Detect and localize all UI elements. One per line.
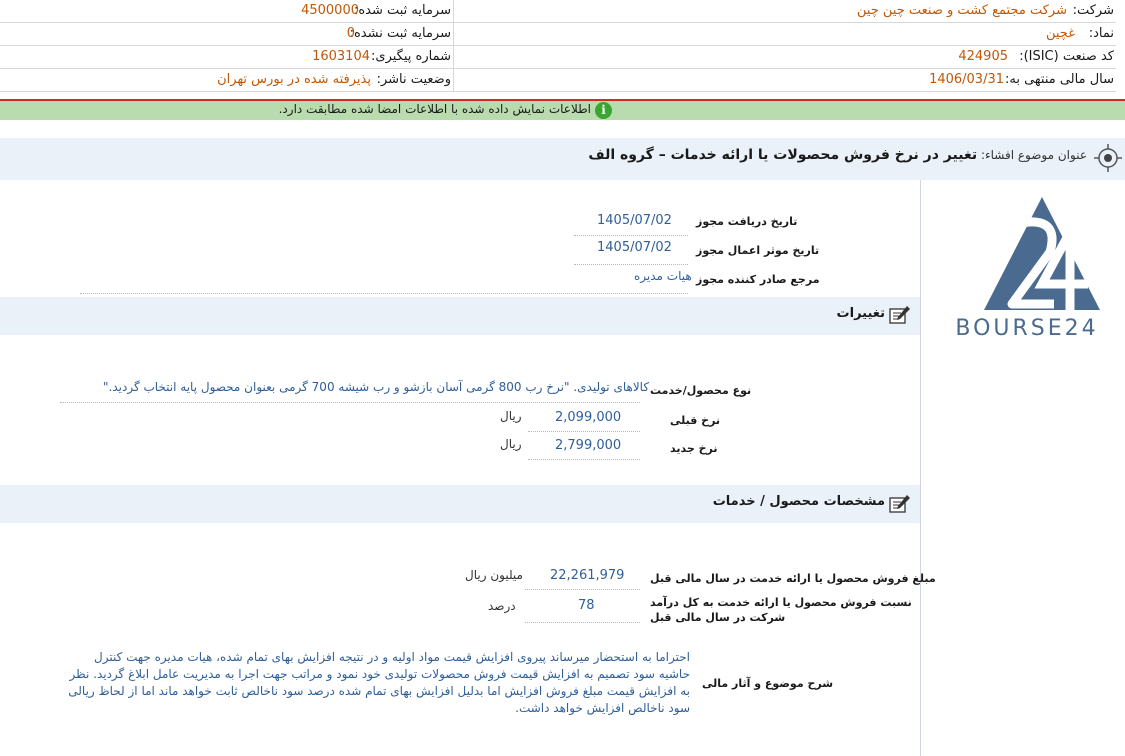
description-text: احتراما به استحضار میرساند پیروی افزایش … (68, 650, 690, 715)
prior-year-sales-value: 22,261,979 (550, 568, 625, 583)
header-row-3: شماره پیگیری: 1603104 کد صنعت (ISIC): 42… (0, 46, 1116, 69)
new-rate-label: نرخ جدید (670, 442, 718, 455)
fiscal-year-label: سال مالی منتهی به: (1004, 72, 1114, 87)
disclosure-title-bar: عنوان موضوع افشاء: تغییر در نرخ فروش محص… (0, 138, 1125, 180)
effective-date-value: 1405/07/02 (597, 240, 672, 255)
issuer-status-label: وضعیت ناشر: (376, 72, 451, 87)
capital-unregistered-value: 0 (346, 26, 355, 41)
header-row-1: سرمایه ثبت شده: 4500000 شرکت: شرکت مجتمع… (0, 0, 1116, 23)
bourse24-logo: BOURSE24 (955, 197, 1100, 341)
company-label: شرکت: (1072, 3, 1114, 18)
previous-rate-unit: ریال (500, 409, 522, 423)
prior-year-sales-label: مبلغ فروش محصول یا ارائه خدمت در سال مال… (650, 572, 936, 585)
previous-rate-label: نرخ قبلی (670, 414, 721, 427)
new-rate-value: 2,799,000 (555, 438, 622, 453)
disclosure-title-label: عنوان موضوع افشاء: (980, 148, 1087, 162)
symbol-label: نماد: (1088, 26, 1114, 41)
target-icon (1094, 144, 1122, 172)
header-row-2: سرمایه ثبت نشده: 0 نماد: غچین (0, 23, 1116, 46)
isic-value: 424905 (958, 49, 1008, 64)
issuer-status-value: پذیرفته شده در بورس تهران (217, 72, 371, 87)
description-label: شرح موضوع و آثار مالی (702, 677, 834, 690)
info-icon: i (595, 102, 612, 119)
capital-registered-label: سرمایه ثبت شده: (353, 3, 451, 18)
symbol-value: غچین (1045, 26, 1075, 41)
effective-date-label: تاریخ موثر اعمال مجوز (696, 244, 820, 257)
changes-title: تغییرات (836, 306, 885, 321)
tracking-label: شماره پیگیری: (371, 49, 451, 64)
edit-note-icon (889, 306, 910, 324)
sales-ratio-label-line1: نسبت فروش محصول یا ارائه خدمت به کل درآم… (650, 596, 912, 609)
receive-date-value: 1405/07/02 (597, 213, 672, 228)
column-divider (920, 180, 921, 756)
changes-section-header: تغییرات (0, 297, 920, 335)
sales-ratio-unit: درصد (488, 599, 516, 613)
header-row-4: وضعیت ناشر: پذیرفته شده در بورس تهران سا… (0, 69, 1116, 92)
product-type-label: نوع محصول/خدمت (650, 384, 752, 397)
notice-text: اطلاعات نمایش داده شده با اطلاعات امضا ش… (278, 102, 591, 116)
capital-registered-value: 4500000 (301, 3, 359, 18)
product-specs-title: مشخصات محصول / خدمات (712, 494, 885, 509)
disclosure-title-value: تغییر در نرخ فروش محصولات یا ارائه خدمات… (588, 147, 978, 163)
tracking-value: 1603104 (312, 49, 370, 64)
new-rate-unit: ریال (500, 437, 522, 451)
product-specs-section-header: مشخصات محصول / خدمات (0, 485, 920, 523)
issuer-authority-value: هیات مدیره (634, 269, 692, 283)
verification-notice: اطلاعات نمایش داده شده با اطلاعات امضا ش… (0, 101, 1125, 120)
previous-rate-value: 2,099,000 (555, 410, 622, 425)
sales-ratio-label-line2: شرکت در سال مالی قبل (650, 611, 786, 624)
company-header: سرمایه ثبت شده: 4500000 شرکت: شرکت مجتمع… (0, 0, 1116, 92)
company-name: شرکت مجتمع کشت و صنعت چین چین (856, 3, 1067, 18)
fiscal-year-value: 1406/03/31 (929, 72, 1004, 87)
sales-ratio-value: 78 (578, 598, 595, 613)
issuer-authority-label: مرجع صادر کننده مجوز (696, 273, 820, 286)
edit-note-icon (889, 495, 910, 513)
isic-label: کد صنعت (ISIC): (1019, 49, 1114, 64)
logo-text: BOURSE24 (955, 316, 1098, 341)
capital-unregistered-label: سرمایه ثبت نشده: (349, 26, 451, 41)
disclosure-title: عنوان موضوع افشاء: تغییر در نرخ فروش محص… (588, 147, 1087, 163)
receive-date-label: تاریخ دریافت مجوز (696, 215, 798, 228)
product-type-value: کالاهای تولیدی. "نرخ رب 800 گرمی آسان با… (103, 380, 650, 394)
prior-year-sales-unit: میلیون ریال (465, 568, 523, 582)
